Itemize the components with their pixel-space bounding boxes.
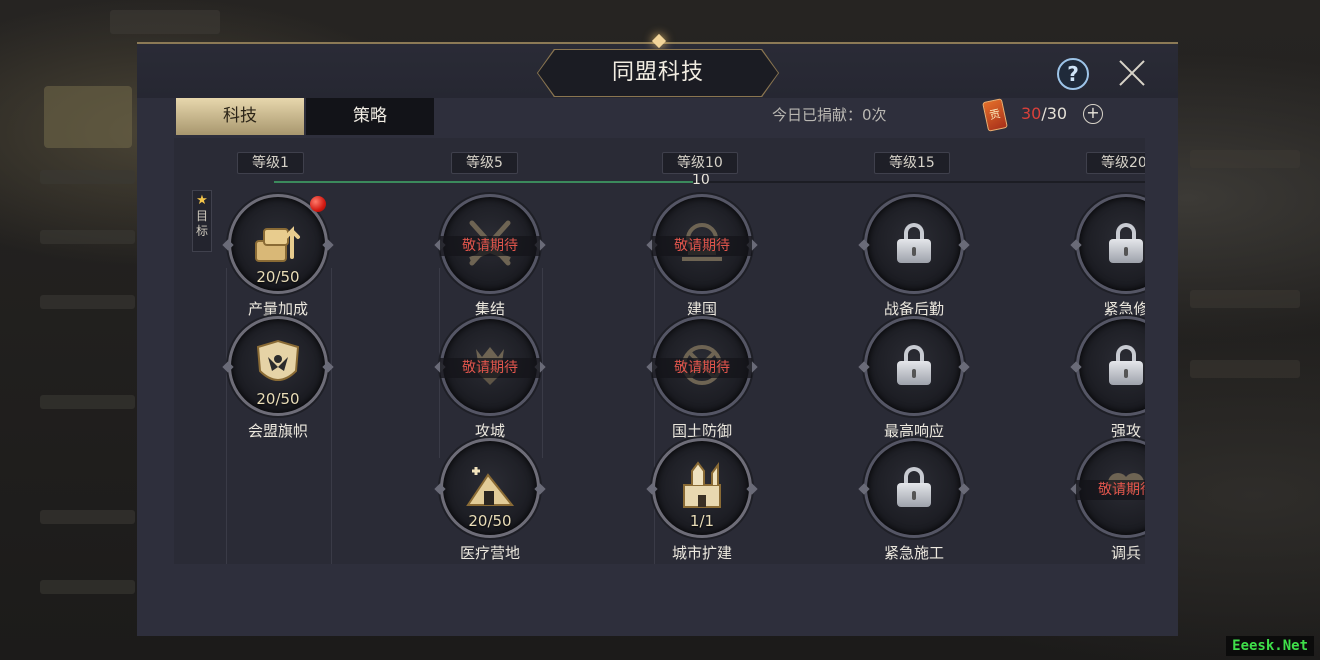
node-count: 20/50	[256, 268, 300, 286]
donation-token-count: 30/30	[1021, 104, 1067, 123]
resources-icon	[244, 210, 312, 276]
help-button[interactable]: ?	[1057, 58, 1089, 90]
coming-soon-label: 敬请期待	[652, 236, 752, 256]
tech-node-emergency-repair[interactable]: 紧急修	[1066, 194, 1145, 318]
donation-count-text: 今日已捐献：0次	[772, 106, 887, 124]
tech-node-alliance-banner[interactable]: 20/50 会盟旗帜	[218, 316, 338, 440]
bg-thumbnail	[44, 86, 132, 148]
tech-node-city-expansion[interactable]: 1/1 城市扩建	[642, 438, 762, 562]
bg-row	[1190, 290, 1300, 308]
tech-node-emergency-construction[interactable]: 紧急施工	[854, 438, 974, 562]
tech-node-assault[interactable]: 强攻	[1066, 316, 1145, 440]
tech-tree[interactable]: 10 等级1 等级5 等级10 等级15 等级20 ★ 目 标 20/50 产量…	[174, 138, 1145, 564]
panel-title: 同盟科技	[611, 60, 704, 85]
level-label-20: 等级20	[1086, 152, 1145, 174]
node-name: 紧急施工	[883, 544, 944, 562]
level-label-10: 等级10	[662, 152, 738, 174]
level-label-15: 等级15	[874, 152, 950, 174]
donation-token-icon: 贡	[982, 98, 1008, 132]
level-progress-bar	[274, 181, 693, 183]
castle-icon	[668, 454, 736, 520]
tech-node-founding[interactable]: 敬请期待 建国	[642, 194, 762, 318]
bg-row	[40, 510, 135, 524]
coming-soon-label: 敬请期待	[1076, 480, 1145, 500]
bg-row	[1190, 150, 1300, 168]
goal-star-icon: ★	[196, 193, 208, 208]
token-max: 30	[1046, 104, 1068, 123]
lock-icon	[880, 454, 948, 520]
alliance-tech-panel: 同盟科技 ? 科技 策略 今日已捐献：0次 贡 30/30 + 10 等级1 等…	[137, 33, 1178, 636]
tech-tree-content: 10 等级1 等级5 等级10 等级15 等级20 ★ 目 标 20/50 产量…	[174, 138, 1145, 564]
watermark: Eeesk.Net	[1226, 636, 1314, 656]
banner-shield-icon	[244, 332, 312, 398]
lock-icon	[1092, 332, 1145, 398]
bg-row	[40, 295, 135, 309]
tab-strategy[interactable]: 策略	[306, 98, 434, 135]
tech-node-troop-transfer[interactable]: 敬请期待 调兵	[1066, 438, 1145, 562]
token-current: 30	[1021, 104, 1042, 123]
coming-soon-label: 敬请期待	[440, 358, 540, 378]
tech-node-logistics[interactable]: 战备后勤	[854, 194, 974, 318]
tech-node-top-response[interactable]: 最高响应	[854, 316, 974, 440]
bg-row	[40, 170, 135, 184]
notification-dot	[310, 196, 326, 212]
goal-char: 标	[195, 224, 208, 238]
level-label-1: 等级1	[237, 152, 304, 174]
tech-node-rally[interactable]: 敬请期待 集结	[430, 194, 550, 318]
node-name: 会盟旗帜	[247, 422, 308, 440]
tech-node-medical-camp[interactable]: 20/50 医疗营地	[430, 438, 550, 562]
node-count: 20/50	[468, 512, 512, 530]
tab-tech[interactable]: 科技	[176, 98, 304, 135]
lock-icon	[880, 332, 948, 398]
progress-label: 10	[692, 172, 710, 188]
add-token-button[interactable]: +	[1083, 104, 1103, 124]
level-label-5: 等级5	[451, 152, 518, 174]
lock-icon	[1092, 210, 1145, 276]
goal-char: 目	[195, 209, 208, 223]
node-name: 医疗营地	[459, 544, 520, 562]
node-name: 调兵	[1110, 544, 1141, 562]
node-name: 城市扩建	[671, 544, 732, 562]
tech-node-production-bonus[interactable]: 20/50 产量加成	[218, 194, 338, 318]
tech-node-territory-defense[interactable]: 敬请期待 国土防御	[642, 316, 762, 440]
goal-tag[interactable]: ★ 目 标	[192, 190, 212, 252]
medical-tent-icon	[456, 454, 524, 520]
bg-row	[40, 395, 135, 409]
bg-title-bar	[110, 10, 220, 34]
bg-row	[40, 580, 135, 594]
lock-icon	[880, 210, 948, 276]
close-icon[interactable]	[1115, 56, 1149, 90]
tech-node-siege[interactable]: 敬请期待 攻城	[430, 316, 550, 440]
coming-soon-label: 敬请期待	[652, 358, 752, 378]
coming-soon-label: 敬请期待	[440, 236, 540, 256]
node-count: 20/50	[256, 390, 300, 408]
node-count: 1/1	[689, 512, 715, 530]
bg-row	[1190, 360, 1300, 378]
bg-row	[40, 230, 135, 244]
